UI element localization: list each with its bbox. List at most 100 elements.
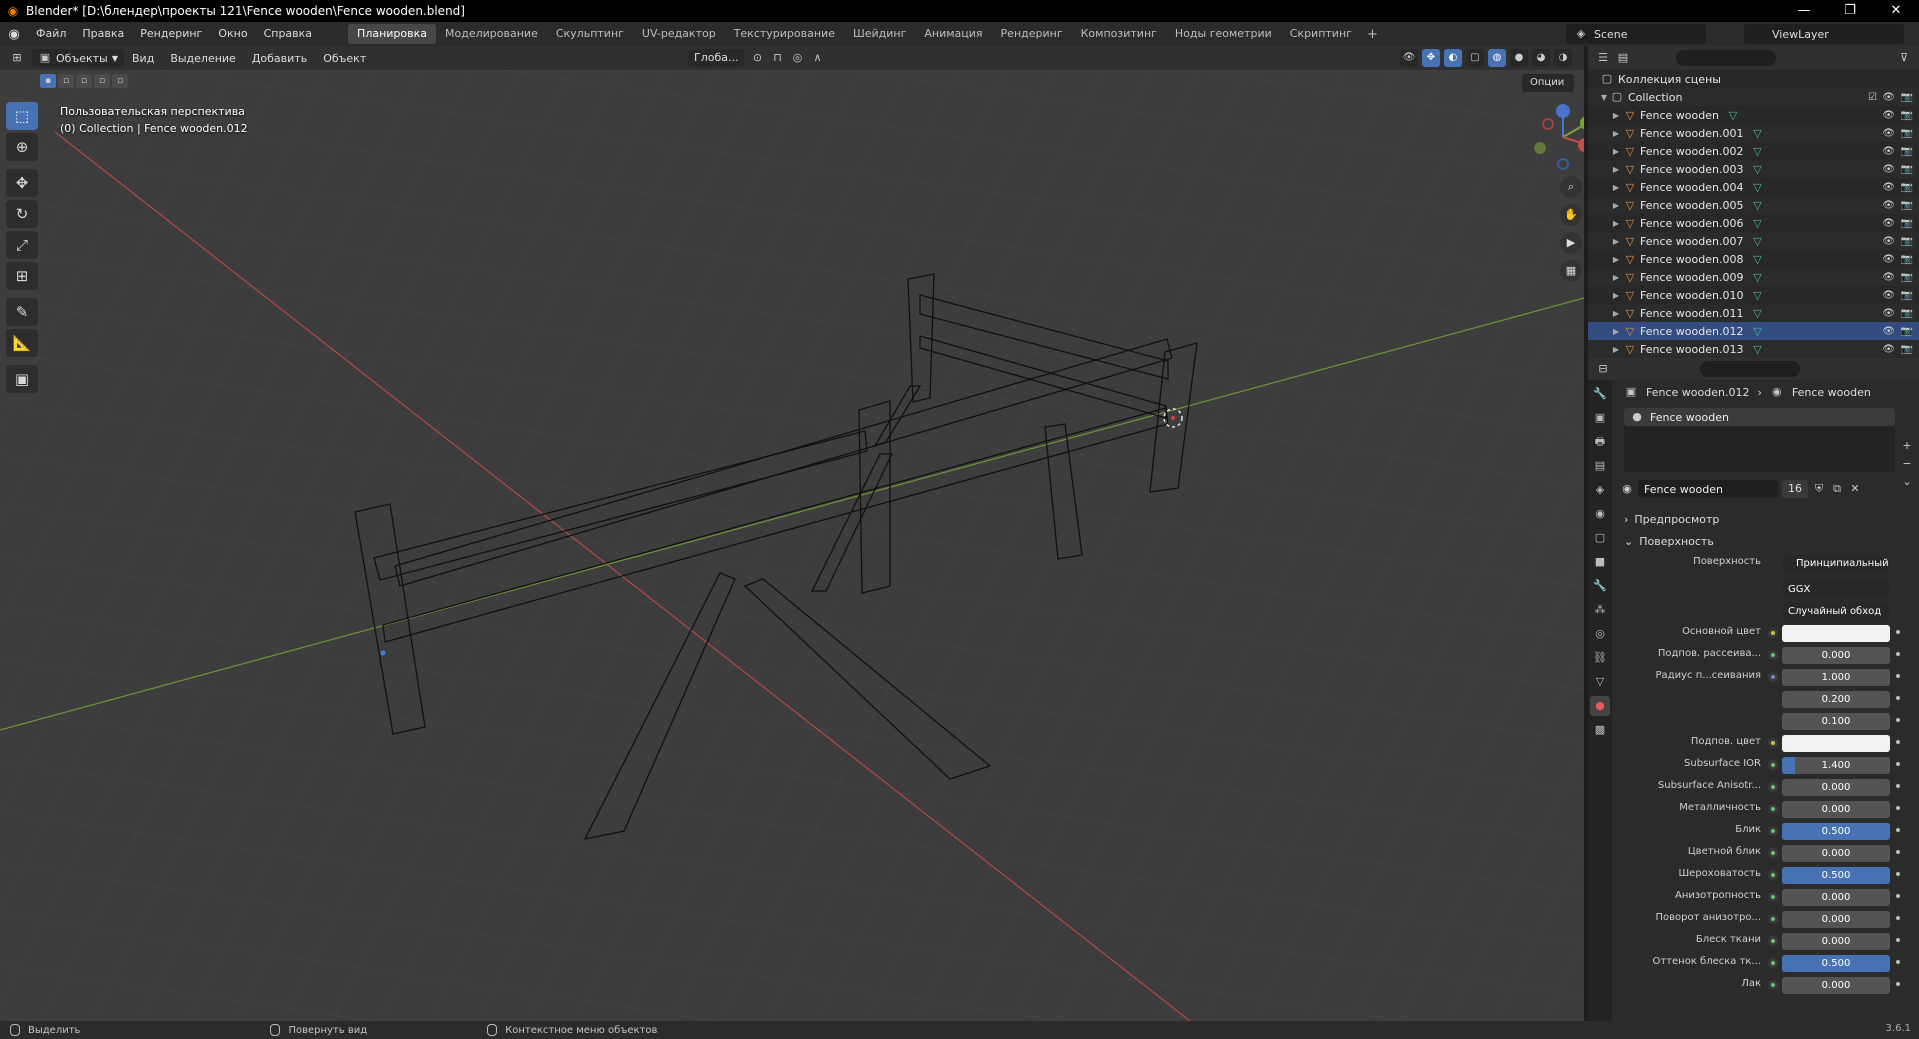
camera-render-icon[interactable]: 📷	[1901, 254, 1913, 265]
keyframe-dot-icon[interactable]	[1896, 696, 1900, 700]
keyframe-dot-icon[interactable]	[1896, 828, 1900, 832]
camera-render-icon[interactable]: 📷	[1901, 326, 1913, 337]
eye-icon[interactable]: 👁	[1882, 128, 1895, 139]
socket-icon[interactable]	[1768, 628, 1778, 638]
color-swatch[interactable]	[1782, 735, 1890, 752]
preview-panel-header[interactable]: › Предпросмотр	[1616, 508, 1919, 530]
menu-window[interactable]: Окно	[210, 22, 255, 46]
overlay-toggle-icon[interactable]: ◐	[1444, 49, 1462, 67]
socket-icon[interactable]	[1768, 958, 1778, 968]
outliner-object-row[interactable]: ▶ ▽ Fence wooden.005 ▽ 👁 📷	[1588, 196, 1919, 214]
pivot-icon[interactable]: ⊙	[750, 51, 764, 65]
scene-tab-icon[interactable]: ◈	[1590, 480, 1610, 500]
menu-edit[interactable]: Правка	[74, 22, 132, 46]
pan-hand-icon[interactable]: ✋	[1560, 204, 1582, 226]
gizmo-neg-y-axis[interactable]	[1534, 142, 1546, 154]
value-slider[interactable]: 1.400	[1782, 757, 1890, 774]
scale-tool[interactable]: ⤢	[6, 231, 38, 259]
mesh-data-icon[interactable]: ▽	[1749, 343, 1765, 356]
surface-shader-field[interactable]: Принципиальный BSDF	[1782, 555, 1890, 572]
outliner-object-row[interactable]: ▶ ▽ Fence wooden.012 ▽ 👁 📷	[1588, 322, 1919, 340]
properties-editor-icon[interactable]: ⊟	[1596, 362, 1610, 376]
outliner-object-row[interactable]: ▶ ▽ Fence wooden.008 ▽ 👁 📷	[1588, 250, 1919, 268]
expand-arrow-icon[interactable]: ▶	[1610, 309, 1622, 318]
fake-user-icon[interactable]: ⛨	[1812, 482, 1826, 496]
eye-icon[interactable]: 👁	[1882, 164, 1895, 175]
outliner-object-row[interactable]: ▶ ▽ Fence wooden.006 ▽ 👁 📷	[1588, 214, 1919, 232]
outliner-object-row[interactable]: ▶ ▽ Fence wooden.004 ▽ 👁 📷	[1588, 178, 1919, 196]
outliner-object-row[interactable]: ▶ ▽ Fence wooden.002 ▽ 👁 📷	[1588, 142, 1919, 160]
mode-selector[interactable]: ▣ Объекты ▼	[32, 49, 124, 67]
tab-geometry-nodes[interactable]: Ноды геометрии	[1166, 24, 1281, 44]
add-workspace-button[interactable]: +	[1361, 27, 1384, 42]
socket-icon[interactable]	[1768, 980, 1778, 990]
expand-arrow-icon[interactable]: ▶	[1610, 111, 1622, 120]
zoom-icon[interactable]: ⌕	[1560, 176, 1582, 198]
value-slider[interactable]: 0.200	[1782, 691, 1890, 708]
close-button[interactable]: ✕	[1873, 0, 1919, 22]
socket-icon[interactable]	[1768, 914, 1778, 924]
material-users-count[interactable]: 16	[1782, 480, 1808, 498]
value-slider[interactable]: 0.100	[1782, 713, 1890, 730]
solid-shading-icon[interactable]: ●	[1510, 49, 1528, 67]
keyframe-dot-icon[interactable]	[1896, 982, 1900, 986]
tab-scripting[interactable]: Скриптинг	[1281, 24, 1361, 44]
camera-render-icon[interactable]: 📷	[1901, 200, 1913, 211]
expand-arrow-icon[interactable]: ▶	[1610, 345, 1622, 354]
minimize-button[interactable]: —	[1781, 0, 1827, 22]
physics-tab-icon[interactable]: ◎	[1590, 624, 1610, 644]
distribution-dropdown[interactable]: GGX	[1782, 581, 1890, 598]
camera-render-icon[interactable]: 📷	[1901, 146, 1913, 157]
maximize-button[interactable]: ❐	[1827, 0, 1873, 22]
tab-layout[interactable]: Планировка	[348, 24, 437, 44]
collection-row[interactable]: ▼ ▢ Collection ☑ 👁 📷	[1588, 88, 1919, 106]
collection-tab-icon[interactable]: ▢	[1590, 528, 1610, 548]
add-slot-icon[interactable]: +	[1899, 438, 1915, 454]
expand-arrow-icon[interactable]: ▶	[1610, 237, 1622, 246]
tool-tab-icon[interactable]: 🔧	[1590, 384, 1610, 404]
select-extend-icon[interactable]: ▫	[58, 74, 74, 88]
material-shading-icon[interactable]: ◕	[1532, 49, 1550, 67]
annotate-tool[interactable]: ✎	[6, 298, 38, 326]
mesh-data-icon[interactable]: ▽	[1749, 253, 1765, 266]
keyframe-dot-icon[interactable]	[1896, 652, 1900, 656]
select-subtract-icon[interactable]: ▫	[76, 74, 92, 88]
gizmo-x-axis[interactable]	[1578, 138, 1584, 152]
camera-render-icon[interactable]: 📷	[1901, 182, 1913, 193]
socket-icon[interactable]	[1768, 650, 1778, 660]
editor-type-icon[interactable]: ⊞	[10, 51, 24, 65]
wireframe-shading-icon[interactable]: ◍	[1488, 49, 1506, 67]
mesh-data-icon[interactable]: ▽	[1749, 307, 1765, 320]
display-mode-icon[interactable]: ▤	[1616, 51, 1630, 65]
options-dropdown[interactable]: Опции	[1522, 74, 1574, 92]
eye-icon[interactable]: 👁	[1882, 272, 1895, 283]
duplicate-material-icon[interactable]: ⧉	[1830, 482, 1844, 496]
output-tab-icon[interactable]: 🖶	[1590, 432, 1610, 452]
filter-icon[interactable]: ⊽	[1897, 51, 1911, 65]
mesh-data-icon[interactable]: ▽	[1749, 235, 1765, 248]
mesh-data-icon[interactable]: ▽	[1749, 127, 1765, 140]
value-slider[interactable]: 0.000	[1782, 801, 1890, 818]
outliner-object-row[interactable]: ▶ ▽ Fence wooden.009 ▽ 👁 📷	[1588, 268, 1919, 286]
keyframe-dot-icon[interactable]	[1896, 718, 1900, 722]
expand-arrow-icon[interactable]: ▶	[1610, 129, 1622, 138]
color-swatch[interactable]	[1782, 625, 1890, 642]
outliner-object-row[interactable]: ▶ ▽ Fence wooden.010 ▽ 👁 📷	[1588, 286, 1919, 304]
select-invert-icon[interactable]: ▫	[94, 74, 110, 88]
unlink-material-icon[interactable]: ✕	[1848, 482, 1862, 496]
mesh-data-icon[interactable]: ▽	[1749, 163, 1765, 176]
value-slider[interactable]: 0.000	[1782, 977, 1890, 994]
value-slider[interactable]: 0.000	[1782, 911, 1890, 928]
menu-add[interactable]: Добавить	[244, 52, 315, 65]
expand-arrow-icon[interactable]: ▶	[1610, 219, 1622, 228]
keyframe-dot-icon[interactable]	[1896, 674, 1900, 678]
measure-tool[interactable]: 📐	[6, 329, 38, 357]
outliner-object-row[interactable]: ▶ ▽ Fence wooden ▽ 👁 📷	[1588, 106, 1919, 124]
camera-render-icon[interactable]: 📷	[1901, 308, 1913, 319]
value-slider[interactable]: 0.500	[1782, 823, 1890, 840]
socket-icon[interactable]	[1768, 672, 1778, 682]
expand-arrow-icon[interactable]: ▶	[1610, 291, 1622, 300]
mesh-data-icon[interactable]: ▽	[1749, 289, 1765, 302]
value-slider[interactable]: 0.000	[1782, 933, 1890, 950]
value-slider[interactable]: 1.000	[1782, 669, 1890, 686]
